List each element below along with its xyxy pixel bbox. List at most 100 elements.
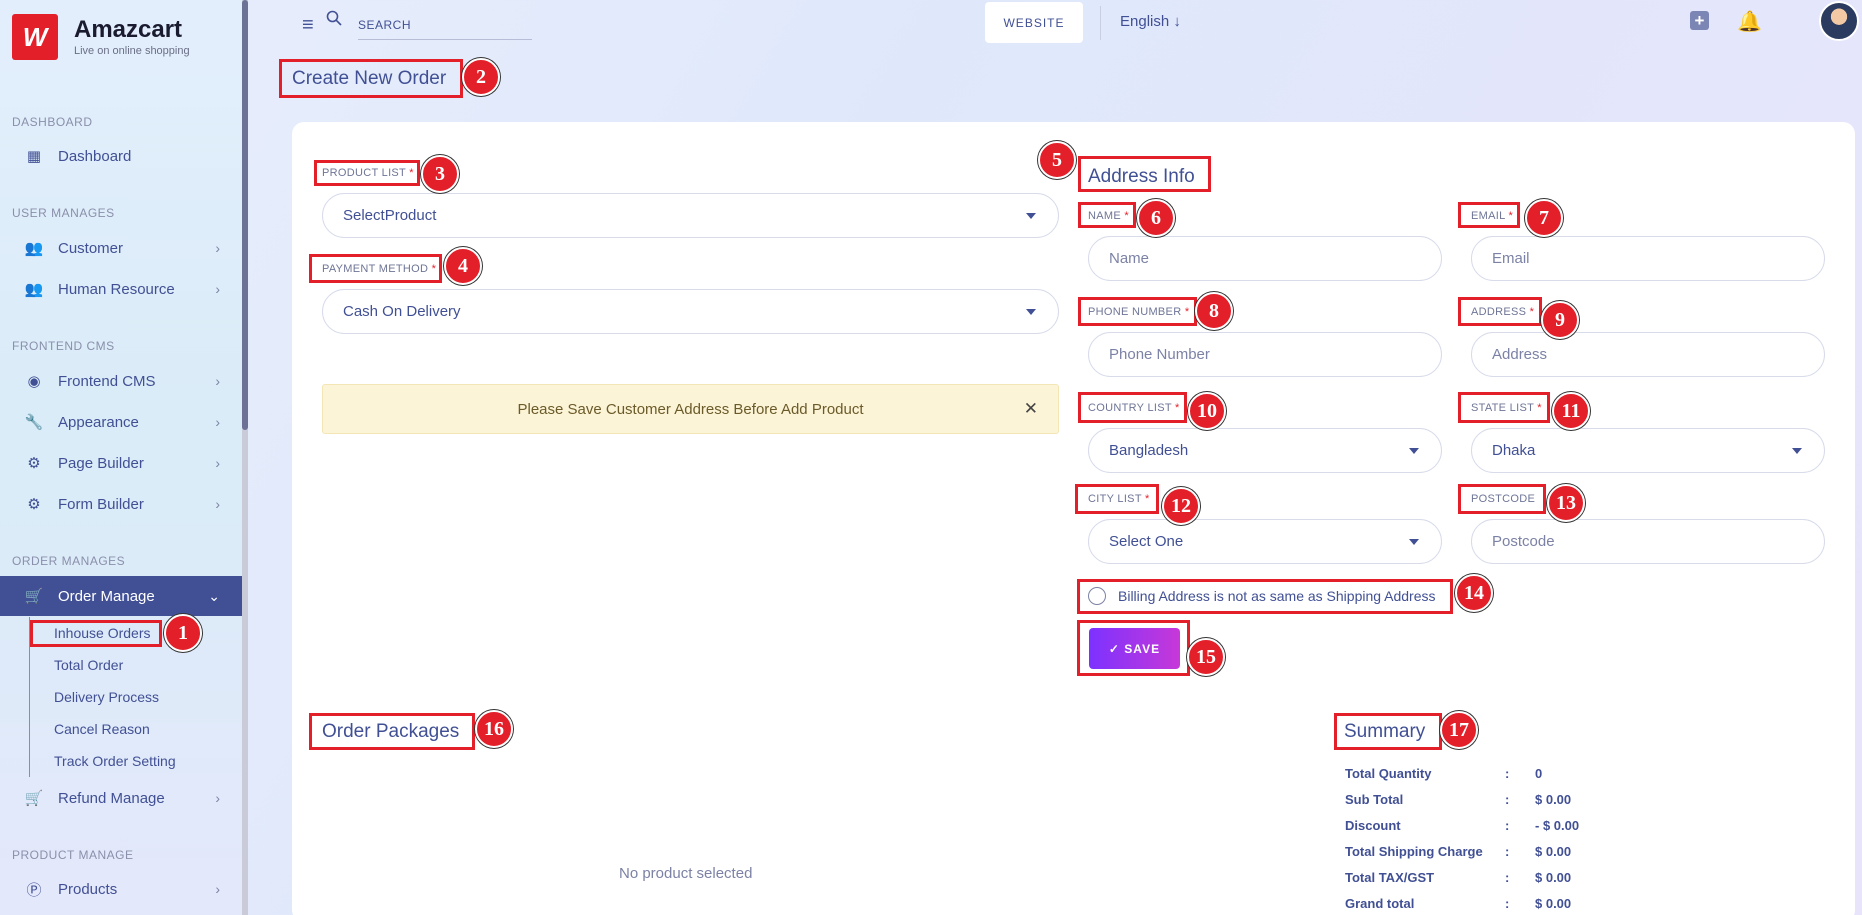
sidebar-item-appearance[interactable]: 🔧 Appearance ›	[0, 402, 242, 442]
annotation-box	[30, 620, 162, 647]
sidebar-item-label: Order Manage	[58, 587, 155, 605]
sidebar-item-page-builder[interactable]: ⚙ Page Builder ›	[0, 443, 242, 483]
address-input[interactable]	[1471, 332, 1825, 377]
section-frontend-cms: FRONTEND CMS	[12, 339, 115, 353]
website-button[interactable]: WEBSITE	[985, 2, 1083, 43]
language-selector[interactable]: English ↓	[1120, 13, 1181, 30]
brand[interactable]: W Amazcart Live on online shopping	[12, 14, 190, 60]
chevron-right-icon: ›	[215, 496, 220, 512]
annotation-box	[1458, 484, 1546, 514]
caret-down-icon	[1026, 213, 1036, 219]
sidebar-item-label: Page Builder	[58, 454, 144, 472]
payment-method-select[interactable]: Cash On Delivery	[322, 289, 1059, 334]
wrench-icon: 🔧	[24, 414, 44, 431]
annotation-box	[1458, 297, 1542, 326]
postcode-input[interactable]	[1471, 519, 1825, 564]
annotation-badge: 16	[475, 710, 513, 748]
add-icon[interactable]: +	[1690, 11, 1709, 30]
sidebar-item-form-builder[interactable]: ⚙ Form Builder ›	[0, 484, 242, 524]
sidebar-subitem-total-order[interactable]: Total Order	[54, 657, 123, 673]
annotation-box	[1078, 156, 1211, 192]
chevron-down-icon: ⌄	[208, 587, 220, 604]
annotation-box	[309, 254, 442, 283]
section-order-manages: ORDER MANAGES	[12, 554, 126, 568]
brand-name: Amazcart	[74, 16, 183, 43]
brand-logo: W	[12, 14, 58, 60]
chevron-right-icon: ›	[215, 790, 220, 806]
brand-tagline: Live on online shopping	[74, 45, 190, 57]
product-list-select[interactable]: SelectProduct	[322, 193, 1059, 238]
chevron-right-icon: ›	[215, 455, 220, 471]
annotation-box	[314, 160, 420, 186]
sidebar-item-refund-manage[interactable]: 🛒 Refund Manage ›	[0, 778, 242, 818]
chevron-right-icon: ›	[215, 281, 220, 297]
summary-row: Total Shipping Charge: $ 0.00	[1345, 844, 1572, 859]
caret-down-icon	[1409, 448, 1419, 454]
annotation-box	[1075, 484, 1159, 514]
sidebar-subitem-cancel-reason[interactable]: Cancel Reason	[54, 721, 150, 737]
sidebar-item-label: Products	[58, 880, 118, 898]
menu-toggle-icon[interactable]: ≡	[302, 14, 314, 37]
name-input[interactable]	[1088, 236, 1442, 281]
cogs-icon: ⚙	[27, 496, 41, 513]
summary-row: Grand total: $ 0.00	[1345, 896, 1572, 911]
close-icon[interactable]: ✕	[1024, 399, 1038, 419]
country-select[interactable]: Bangladesh	[1088, 428, 1442, 473]
bell-icon[interactable]: 🔔	[1737, 9, 1762, 34]
sidebar-item-label: Human Resource	[58, 280, 175, 298]
annotation-badge: 1	[164, 614, 202, 652]
state-select[interactable]: Dhaka	[1471, 428, 1825, 473]
sidebar-item-products[interactable]: Ⓟ Products ›	[0, 869, 242, 909]
annotation-box	[1458, 202, 1520, 228]
annotation-box	[1078, 392, 1187, 423]
header-divider	[1100, 6, 1101, 40]
annotation-badge: 4	[444, 247, 482, 285]
city-select[interactable]: Select One	[1088, 519, 1442, 564]
arrow-down-icon: ↓	[1173, 13, 1181, 30]
sidebar-item-dashboard[interactable]: ▦ Dashboard	[0, 136, 242, 176]
summary-row: Total Quantity:0	[1345, 766, 1543, 781]
avatar[interactable]	[1819, 1, 1859, 41]
search-input[interactable]	[358, 10, 532, 40]
language-label: English	[1120, 13, 1170, 30]
section-user-manages: USER MANAGES	[12, 206, 115, 220]
sidebar-item-label: Refund Manage	[58, 789, 165, 807]
sidebar: W Amazcart Live on online shopping DASHB…	[0, 0, 242, 915]
chevron-right-icon: ›	[215, 414, 220, 430]
cogs-icon: ⚙	[27, 455, 41, 472]
annotation-badge: 13	[1547, 484, 1585, 522]
alert-text: Please Save Customer Address Before Add …	[517, 400, 864, 418]
sidebar-item-label: Customer	[58, 239, 124, 257]
caret-down-icon	[1026, 309, 1036, 315]
annotation-box	[1078, 297, 1197, 326]
users-icon: 👥	[24, 281, 44, 298]
sidebar-item-human-resource[interactable]: 👥 Human Resource ›	[0, 269, 242, 309]
chevron-right-icon: ›	[215, 373, 220, 389]
scrollbar-thumb[interactable]	[242, 0, 248, 430]
product-icon: Ⓟ	[26, 881, 42, 899]
summary-row: Total TAX/GST: $ 0.00	[1345, 870, 1572, 885]
sidebar-item-order-manage[interactable]: 🛒 Order Manage ⌄	[0, 576, 242, 616]
alert-save-address: Please Save Customer Address Before Add …	[322, 384, 1059, 434]
cart-icon: 🛒	[24, 790, 44, 807]
sidebar-item-frontend-cms[interactable]: ◉ Frontend CMS ›	[0, 361, 242, 401]
sidebar-item-label: Form Builder	[58, 495, 144, 513]
sidebar-subitem-delivery-process[interactable]: Delivery Process	[54, 689, 159, 705]
phone-input[interactable]	[1088, 332, 1442, 377]
users-icon: 👥	[24, 240, 44, 257]
annotation-box	[279, 59, 463, 98]
annotation-badge: 17	[1440, 711, 1478, 749]
annotation-box	[309, 713, 475, 750]
sidebar-scrollbar[interactable]	[242, 0, 248, 915]
annotation-box	[1458, 392, 1550, 423]
email-input[interactable]	[1471, 236, 1825, 281]
chevron-right-icon: ›	[215, 881, 220, 897]
annotation-box	[1077, 579, 1453, 614]
annotation-badge: 7	[1525, 199, 1563, 237]
annotation-badge: 8	[1195, 292, 1233, 330]
sidebar-subitem-track-order-setting[interactable]: Track Order Setting	[54, 753, 176, 769]
search-icon	[326, 10, 342, 26]
annotation-badge: 5	[1038, 141, 1076, 179]
cart-icon: 🛒	[24, 588, 44, 605]
sidebar-item-customer[interactable]: 👥 Customer ›	[0, 228, 242, 268]
